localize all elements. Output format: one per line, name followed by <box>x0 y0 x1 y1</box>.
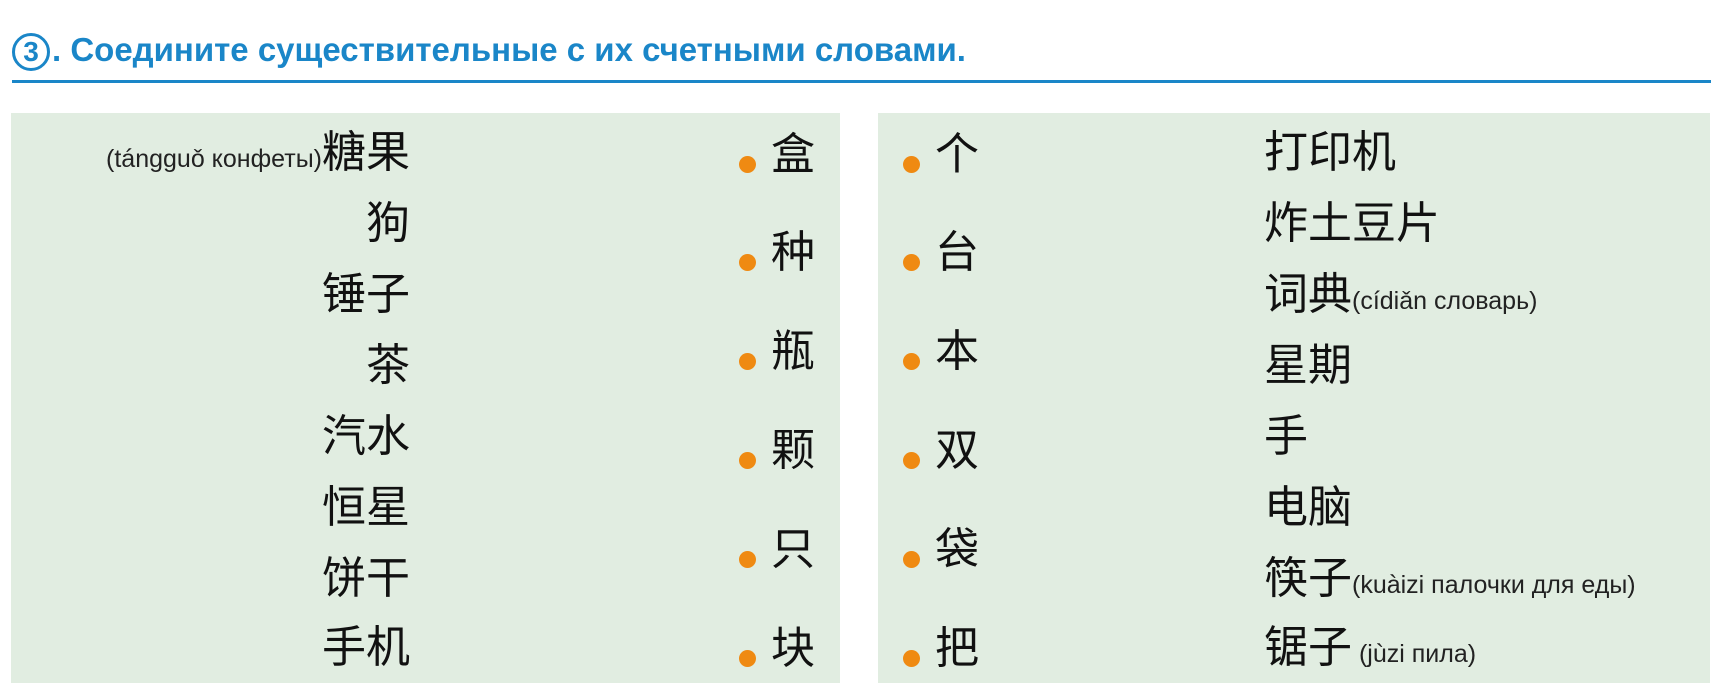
match-dot[interactable] <box>739 452 756 469</box>
right-counter-4[interactable]: 双 <box>935 421 979 481</box>
left-noun-4[interactable]: 茶 <box>366 336 410 396</box>
right-noun-6[interactable]: 电脑 <box>1264 478 1352 538</box>
match-dot[interactable] <box>739 650 756 667</box>
noun-gloss: (tángguǒ конфеты) <box>106 145 322 173</box>
match-dot[interactable] <box>903 452 920 469</box>
left-noun-3[interactable]: 锤子 <box>322 265 410 325</box>
left-noun-1[interactable]: (tángguǒ конфеты)糖果 <box>106 123 410 189</box>
left-counter-6[interactable]: 块 <box>771 619 815 679</box>
right-noun-2[interactable]: 炸土豆片 <box>1264 194 1440 254</box>
exercise-number: 3 <box>12 33 50 72</box>
right-noun-7[interactable]: 筷子(kuàizi палочки для еды) <box>1264 549 1636 615</box>
left-counter-3[interactable]: 瓶 <box>771 322 815 382</box>
right-noun-4[interactable]: 星期 <box>1264 336 1352 396</box>
right-counter-2[interactable]: 台 <box>935 223 979 283</box>
match-dot[interactable] <box>903 353 920 370</box>
noun-gloss: (cídiǎn словарь) <box>1352 287 1538 315</box>
right-counter-3[interactable]: 本 <box>935 322 979 382</box>
match-dot[interactable] <box>903 156 920 173</box>
left-noun-7[interactable]: 饼干 <box>322 549 410 609</box>
noun-text: 词典 <box>1264 269 1352 320</box>
noun-text: 糖果 <box>322 127 410 178</box>
header-rule <box>12 80 1711 83</box>
right-counter-6[interactable]: 把 <box>935 619 979 679</box>
left-noun-5[interactable]: 汽水 <box>322 407 410 467</box>
left-counter-4[interactable]: 颗 <box>771 421 815 481</box>
left-noun-8[interactable]: 手机 <box>322 618 410 678</box>
exercise-instruction: . Соедините существительные с их счетным… <box>52 31 966 68</box>
right-noun-8[interactable]: 锯子 (jùzi пила) <box>1264 618 1476 684</box>
noun-gloss: (kuàizi палочки для еды) <box>1352 571 1636 599</box>
noun-text: 锯子 <box>1264 622 1352 673</box>
right-counter-5[interactable]: 袋 <box>935 520 979 580</box>
left-counter-1[interactable]: 盒 <box>771 125 815 185</box>
match-dot[interactable] <box>903 551 920 568</box>
noun-gloss: (jùzi пила) <box>1352 640 1477 668</box>
left-panel: (tángguǒ конфеты)糖果 狗 锤子 茶 汽水 恒星 饼干 手机 盒… <box>11 113 840 683</box>
right-noun-5[interactable]: 手 <box>1264 407 1308 467</box>
left-noun-2[interactable]: 狗 <box>366 194 410 254</box>
right-noun-1[interactable]: 打印机 <box>1264 123 1396 183</box>
right-panel: 个 台 本 双 袋 把 打印机 炸土豆片 词典(cídiǎn словарь) … <box>878 113 1710 683</box>
exercise-header: 3. Соедините существительные с их счетны… <box>12 22 1711 84</box>
match-dot[interactable] <box>739 353 756 370</box>
right-noun-3[interactable]: 词典(cídiǎn словарь) <box>1264 265 1537 331</box>
match-dot[interactable] <box>739 156 756 173</box>
left-counter-5[interactable]: 只 <box>771 520 815 580</box>
match-dot[interactable] <box>903 650 920 667</box>
match-dot[interactable] <box>739 551 756 568</box>
left-noun-6[interactable]: 恒星 <box>322 478 410 538</box>
match-dot[interactable] <box>903 254 920 271</box>
right-counter-1[interactable]: 个 <box>935 125 979 185</box>
noun-text: 筷子 <box>1264 553 1352 604</box>
match-dot[interactable] <box>739 254 756 271</box>
left-counter-2[interactable]: 种 <box>771 223 815 283</box>
exercise-title: 3. Соедините существительные с их счетны… <box>12 28 966 72</box>
